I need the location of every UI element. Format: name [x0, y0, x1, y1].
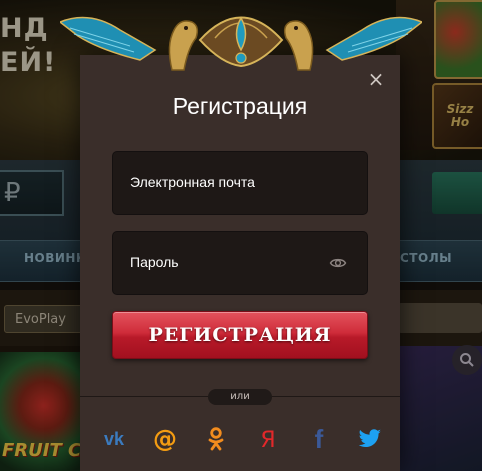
svg-text:f: f — [314, 426, 323, 452]
svg-text:vk: vk — [104, 430, 125, 448]
vk-icon[interactable]: vk — [100, 425, 128, 453]
or-separator: или — [208, 389, 272, 405]
odnoklassniki-icon[interactable] — [202, 425, 230, 453]
registration-modal: × Регистрация Электронная почта Пароль Р… — [80, 55, 400, 471]
email-placeholder: Электронная почта — [130, 174, 255, 190]
password-field[interactable]: Пароль — [112, 231, 368, 295]
mailru-icon[interactable]: @ — [151, 425, 179, 453]
egyptian-crest-ornament — [60, 16, 422, 71]
social-login-row: vk @ Я f — [100, 425, 384, 453]
svg-text:Я: Я — [260, 428, 275, 451]
facebook-icon[interactable]: f — [305, 425, 333, 453]
password-placeholder: Пароль — [130, 254, 179, 270]
show-password-icon[interactable] — [329, 254, 347, 272]
email-field[interactable]: Электронная почта — [112, 151, 368, 215]
twitter-icon[interactable] — [356, 425, 384, 453]
svg-text:@: @ — [153, 426, 177, 452]
modal-title: Регистрация — [172, 93, 308, 119]
register-button[interactable]: РЕГИСТРАЦИЯ — [112, 311, 368, 359]
yandex-icon[interactable]: Я — [254, 425, 282, 453]
